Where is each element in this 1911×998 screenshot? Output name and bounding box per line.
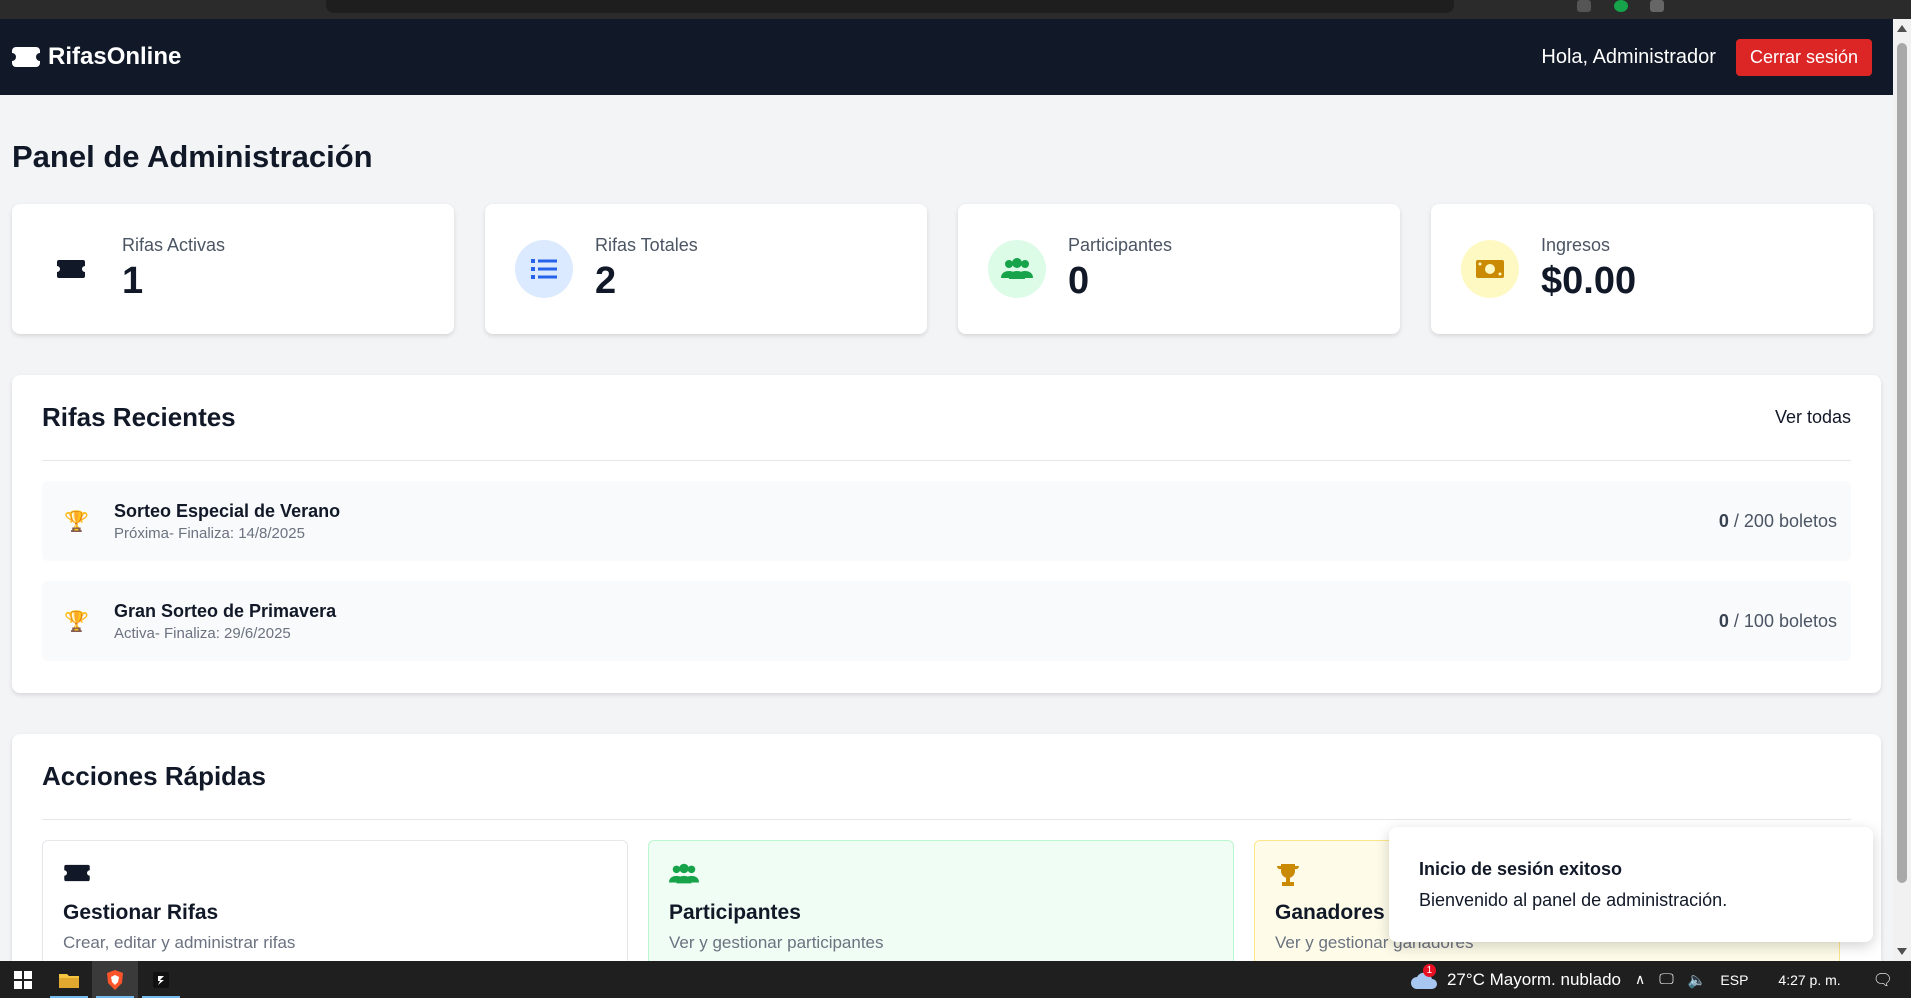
list-icon	[515, 240, 573, 298]
stat-value: 2	[595, 260, 617, 302]
stat-card-total: Rifas Totales 2	[485, 204, 927, 334]
ticket-icon	[8, 47, 44, 67]
users-icon	[669, 863, 1213, 889]
page-scrollbar[interactable]	[1893, 19, 1911, 961]
trophy-icon: 🏆	[64, 610, 89, 633]
address-bar[interactable]	[326, 0, 1454, 13]
see-all-link[interactable]: Ver todas	[1775, 407, 1851, 428]
ticket-icon	[42, 240, 100, 298]
stat-value: 1	[122, 260, 144, 302]
stats-row: Rifas Activas 1 Rifas Totales 2 Particip…	[12, 204, 1881, 334]
stat-card-income: Ingresos $0.00	[1431, 204, 1873, 334]
stat-label: Participantes	[1068, 235, 1173, 255]
raffle-name: Gran Sorteo de Primavera	[114, 600, 337, 621]
user-greeting: Hola, Administrador	[1541, 45, 1716, 68]
stat-label: Ingresos	[1541, 235, 1611, 255]
extension-icon[interactable]	[1614, 0, 1628, 12]
toast-notification[interactable]: Inicio de sesión exitoso Bienvenido al p…	[1389, 827, 1873, 942]
raffle-item[interactable]: 🏆 Gran Sorteo de Primavera Activa- Final…	[42, 581, 1851, 661]
stat-value: 0	[1068, 260, 1090, 302]
page-title: Panel de Administración	[12, 139, 373, 174]
raffle-meta: Activa- Finaliza: 29/6/2025	[114, 624, 291, 642]
stat-label: Rifas Activas	[122, 235, 226, 255]
raffle-tickets: 0 / 100 boletos	[1719, 611, 1837, 632]
app-navbar: RifasOnline Hola, Administrador Cerrar s…	[0, 19, 1893, 95]
extension-icon[interactable]	[1650, 0, 1664, 12]
clock[interactable]: 4:27 p. m.	[1778, 972, 1840, 988]
windows-icon	[14, 970, 32, 989]
app-icon	[153, 971, 169, 988]
users-icon	[988, 240, 1046, 298]
file-explorer-button[interactable]	[46, 961, 92, 998]
brand-logo[interactable]: RifasOnline	[8, 43, 182, 71]
volume-icon[interactable]: 🔈	[1688, 971, 1707, 989]
stat-label: Rifas Totales	[595, 235, 698, 255]
language-indicator[interactable]: ESP	[1720, 972, 1748, 988]
raffle-item[interactable]: 🏆 Sorteo Especial de Verano Próxima- Fin…	[42, 481, 1851, 561]
raffle-meta: Próxima- Finaliza: 14/8/2025	[114, 524, 305, 542]
weather-badge: 1	[1422, 963, 1436, 977]
chevron-up-icon[interactable]: ∧	[1635, 971, 1645, 988]
tickets-sold: 0	[1718, 610, 1729, 631]
stat-value: $0.00	[1541, 260, 1637, 302]
weather-text: 27°C Mayorm. nublado	[1446, 969, 1621, 989]
stat-card-participants: Participantes 0	[958, 204, 1400, 334]
tickets-sold: 0	[1718, 510, 1729, 531]
extension-icon[interactable]	[1577, 0, 1591, 12]
system-tray: 1 27°C Mayorm. nublado ∧ 🖵 🔈 ESP 4:27 p.…	[1409, 963, 1911, 990]
section-title: Acciones Rápidas	[42, 761, 266, 791]
toast-message: Bienvenido al panel de administración.	[1419, 890, 1728, 910]
ticket-icon	[63, 863, 607, 889]
money-icon	[1461, 240, 1519, 298]
action-description: Ver y gestionar participantes	[669, 933, 884, 952]
start-button[interactable]	[0, 961, 46, 998]
trophy-icon: 🏆	[64, 510, 89, 533]
brand-name: RifasOnline	[48, 43, 182, 70]
action-title: Gestionar Rifas	[63, 901, 219, 924]
tickets-total: / 100 boletos	[1733, 610, 1837, 631]
raffle-tickets: 0 / 200 boletos	[1719, 511, 1837, 532]
stat-card-active: Rifas Activas 1	[12, 204, 454, 334]
brave-browser-button[interactable]	[92, 961, 138, 998]
brave-icon	[107, 969, 123, 990]
notifications-icon[interactable]: 🗨	[1873, 970, 1893, 990]
browser-toolbar	[0, 0, 1911, 19]
weather-widget[interactable]: 1 27°C Mayorm. nublado	[1409, 963, 1621, 990]
scroll-up-icon[interactable]	[1897, 25, 1907, 32]
windows-taskbar: 1 27°C Mayorm. nublado ∧ 🖵 🔈 ESP 4:27 p.…	[0, 961, 1911, 998]
toast-title: Inicio de sesión exitoso	[1419, 859, 1623, 879]
action-description: Crear, editar y administrar rifas	[63, 933, 296, 952]
recent-raffles-panel: Rifas Recientes Ver todas 🏆 Sorteo Espec…	[12, 375, 1881, 693]
scroll-down-icon[interactable]	[1897, 948, 1907, 955]
logout-button[interactable]: Cerrar sesión	[1735, 38, 1872, 76]
app-button[interactable]	[138, 961, 184, 998]
action-participants[interactable]: Participantes Ver y gestionar participan…	[648, 840, 1234, 961]
section-title: Rifas Recientes	[42, 402, 236, 432]
action-title: Participantes	[669, 901, 801, 924]
folder-icon	[59, 973, 79, 988]
network-icon[interactable]: 🖵	[1659, 971, 1673, 988]
scrollbar-thumb[interactable]	[1897, 43, 1907, 883]
tickets-total: / 200 boletos	[1733, 510, 1837, 531]
raffle-name: Sorteo Especial de Verano	[114, 500, 341, 521]
action-manage-raffles[interactable]: Gestionar Rifas Crear, editar y administ…	[42, 840, 628, 961]
